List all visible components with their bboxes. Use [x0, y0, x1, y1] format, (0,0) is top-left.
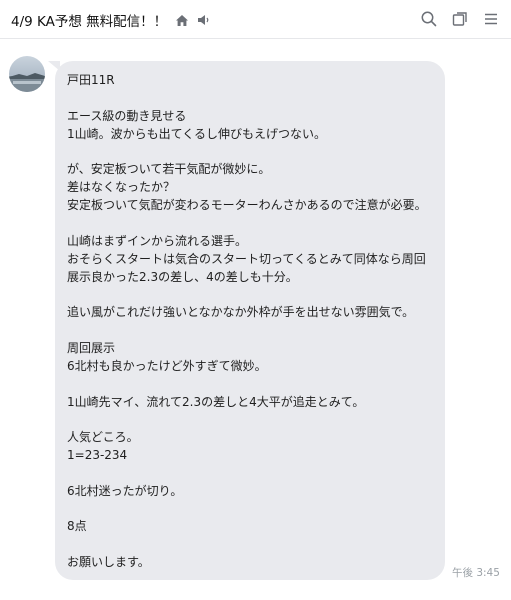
message-line: 戸田11R — [67, 73, 115, 87]
message-line: 1山崎。波からも出てくるし伸びもえげつない。 — [67, 126, 327, 141]
window-icon[interactable] — [450, 9, 470, 29]
menu-icon[interactable] — [481, 9, 501, 29]
chat-title: 4/9 KA予想 無料配信！！ — [11, 14, 168, 30]
message-line — [67, 411, 433, 429]
chat-title-area: 4/9 KA予想 無料配信！！ — [11, 10, 210, 30]
message-line: おそらくスタートは気合のスタート切ってくるとみて同体なら周回 — [67, 251, 426, 266]
message-line: 周回展示 — [67, 340, 116, 355]
header-actions — [419, 9, 501, 29]
message-line: 安定板ついて気配が変わるモーターわんさかあるので注意が必要。 — [67, 198, 427, 213]
message-line: 人気どころ。 — [67, 430, 139, 445]
message-line: 1=23-234 — [67, 448, 128, 463]
speaker-icon[interactable] — [197, 14, 210, 26]
message-line: 追い風がこれだけ強いとなかなか外枠が手を出せない雰囲気で。 — [67, 305, 415, 320]
message-line — [67, 214, 433, 232]
message-line: が、安定板ついて若干気配が微妙に。 — [67, 162, 271, 177]
message-line — [67, 500, 433, 518]
chat-area[interactable]: 戸田11R エース級の動き見せる 1山崎。波からも出てくるし伸びもえげつない。 が、安… — [0, 39, 511, 600]
message-line — [67, 321, 433, 339]
message-line: エース級の動き見せる — [67, 108, 187, 123]
message-line — [67, 464, 433, 482]
message-line: 1山崎先マイ、流れて2.3の差しと4大平が追走とみて。 — [67, 394, 365, 409]
message-line: 展示良かった2.3の差し、4の差しも十分。 — [67, 269, 298, 284]
message-line — [67, 143, 433, 161]
message-bubble[interactable]: 戸田11R エース級の動き見せる 1山崎。波からも出てくるし伸びもえげつない。 が、安… — [48, 61, 445, 580]
message-line: 6北村迷ったが切り。 — [67, 483, 183, 498]
message-line: 山崎はまずインから流れる選手。 — [67, 233, 248, 248]
message-line — [67, 286, 433, 304]
message-line — [67, 375, 433, 393]
search-icon[interactable] — [419, 9, 439, 29]
home-icon[interactable] — [175, 14, 189, 27]
message-line — [67, 535, 433, 553]
message-line: 8点 — [67, 519, 87, 534]
message-timestamp: 午後 3:45 — [452, 567, 500, 579]
chat-header: 4/9 KA予想 無料配信！！ — [0, 0, 511, 39]
avatar[interactable] — [9, 56, 45, 92]
message-line: 6北村も良かったけど外すぎて微妙。 — [67, 358, 267, 373]
message-line — [67, 89, 433, 107]
message-line: 差はなくなったか？ — [67, 180, 176, 195]
message-line: お願いします。 — [67, 554, 150, 569]
